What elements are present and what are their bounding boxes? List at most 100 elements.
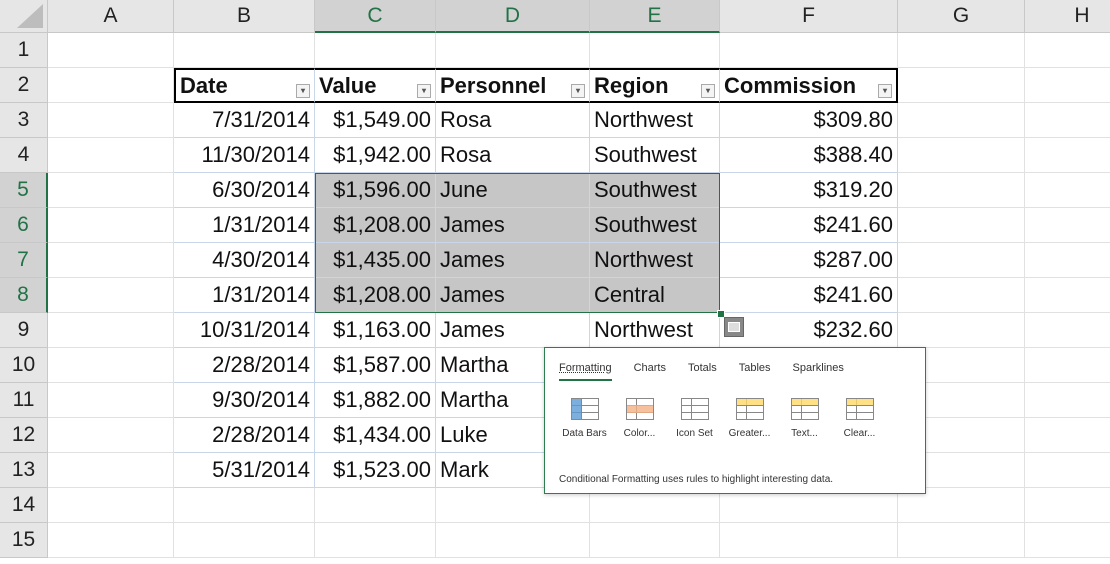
cell[interactable] (898, 103, 1025, 138)
cell[interactable] (1025, 243, 1110, 278)
cell[interactable] (48, 523, 174, 558)
table-cell[interactable]: $1,208.00 (315, 208, 436, 243)
cell[interactable] (898, 138, 1025, 173)
cell[interactable] (1025, 383, 1110, 418)
cell[interactable] (720, 523, 898, 558)
column-header-a[interactable]: A (48, 0, 174, 33)
column-header-h[interactable]: H (1025, 0, 1110, 33)
cell[interactable] (48, 173, 174, 208)
cell[interactable] (1025, 488, 1110, 523)
table-cell[interactable]: Northwest (590, 103, 720, 138)
cell[interactable] (48, 68, 174, 103)
table-cell[interactable]: $241.60 (720, 208, 898, 243)
cell[interactable] (48, 33, 174, 68)
filter-dropdown-icon[interactable]: ▾ (571, 84, 585, 98)
table-cell[interactable]: 2/28/2014 (174, 418, 315, 453)
cell[interactable] (436, 523, 590, 558)
cell[interactable] (48, 138, 174, 173)
table-cell[interactable]: $287.00 (720, 243, 898, 278)
tab-charts[interactable]: Charts (634, 362, 666, 381)
cell[interactable] (1025, 173, 1110, 208)
row-header-10[interactable]: 10 (0, 348, 48, 383)
table-cell[interactable]: June (436, 173, 590, 208)
cell[interactable] (1025, 348, 1110, 383)
table-cell[interactable]: $309.80 (720, 103, 898, 138)
row-header-8[interactable]: 8 (0, 278, 48, 313)
table-cell[interactable]: 4/30/2014 (174, 243, 315, 278)
cell[interactable] (1025, 418, 1110, 453)
table-cell[interactable]: $319.20 (720, 173, 898, 208)
table-header-personnel[interactable]: Personnel ▾ (436, 68, 590, 103)
cell[interactable] (174, 33, 315, 68)
table-cell[interactable]: 5/31/2014 (174, 453, 315, 488)
table-cell[interactable]: 7/31/2014 (174, 103, 315, 138)
row-header-7[interactable]: 7 (0, 243, 48, 278)
table-cell[interactable]: James (436, 278, 590, 313)
quick-analysis-button[interactable] (724, 317, 744, 337)
table-cell[interactable]: 9/30/2014 (174, 383, 315, 418)
cell[interactable] (48, 348, 174, 383)
filter-dropdown-icon[interactable]: ▾ (417, 84, 431, 98)
table-header-value[interactable]: Value ▾ (315, 68, 436, 103)
table-cell[interactable]: Southwest (590, 173, 720, 208)
table-cell[interactable]: Northwest (590, 313, 720, 348)
table-cell[interactable]: 6/30/2014 (174, 173, 315, 208)
cell[interactable] (48, 278, 174, 313)
table-cell[interactable]: $232.60 (720, 313, 898, 348)
column-header-f[interactable]: F (720, 0, 898, 33)
table-cell[interactable]: James (436, 313, 590, 348)
option-clear-format[interactable]: Clear... (832, 398, 887, 439)
cell[interactable] (48, 383, 174, 418)
table-cell[interactable]: Northwest (590, 243, 720, 278)
option-greater-than[interactable]: Greater... (722, 398, 777, 439)
cell[interactable] (174, 523, 315, 558)
cell[interactable] (48, 418, 174, 453)
cell[interactable] (898, 33, 1025, 68)
cell[interactable] (898, 523, 1025, 558)
filter-dropdown-icon[interactable]: ▾ (878, 84, 892, 98)
table-cell[interactable]: $1,942.00 (315, 138, 436, 173)
table-header-region[interactable]: Region ▾ (590, 68, 720, 103)
row-header-6[interactable]: 6 (0, 208, 48, 243)
table-header-commission[interactable]: Commission ▾ (720, 68, 898, 103)
cell[interactable] (48, 488, 174, 523)
table-cell[interactable]: $1,434.00 (315, 418, 436, 453)
cell[interactable] (48, 453, 174, 488)
tab-formatting[interactable]: Formatting (559, 362, 612, 381)
table-cell[interactable]: $1,596.00 (315, 173, 436, 208)
column-header-d[interactable]: D (436, 0, 590, 33)
table-cell[interactable]: $241.60 (720, 278, 898, 313)
select-all-button[interactable] (0, 0, 48, 33)
column-header-e[interactable]: E (590, 0, 720, 33)
table-cell[interactable]: 2/28/2014 (174, 348, 315, 383)
row-header-2[interactable]: 2 (0, 68, 48, 103)
cell[interactable] (898, 278, 1025, 313)
cell[interactable] (1025, 313, 1110, 348)
tab-totals[interactable]: Totals (688, 362, 717, 381)
tab-sparklines[interactable]: Sparklines (793, 362, 844, 381)
cell[interactable] (1025, 138, 1110, 173)
table-cell[interactable]: 1/31/2014 (174, 278, 315, 313)
row-header-14[interactable]: 14 (0, 488, 48, 523)
column-header-c[interactable]: C (315, 0, 436, 33)
row-header-5[interactable]: 5 (0, 173, 48, 208)
table-cell[interactable]: James (436, 243, 590, 278)
table-cell[interactable]: Southwest (590, 138, 720, 173)
filter-dropdown-icon[interactable]: ▾ (701, 84, 715, 98)
cell[interactable] (898, 313, 1025, 348)
table-cell[interactable]: $1,435.00 (315, 243, 436, 278)
option-color-scale[interactable]: Color... (612, 398, 667, 439)
table-cell[interactable]: $1,587.00 (315, 348, 436, 383)
table-cell[interactable]: $1,549.00 (315, 103, 436, 138)
table-cell[interactable]: James (436, 208, 590, 243)
cell[interactable] (898, 243, 1025, 278)
cell[interactable] (436, 33, 590, 68)
option-text-contains[interactable]: Text... (777, 398, 832, 439)
table-cell[interactable]: 10/31/2014 (174, 313, 315, 348)
cell[interactable] (48, 313, 174, 348)
column-header-g[interactable]: G (898, 0, 1025, 33)
row-header-12[interactable]: 12 (0, 418, 48, 453)
row-header-4[interactable]: 4 (0, 138, 48, 173)
table-cell[interactable]: $1,882.00 (315, 383, 436, 418)
table-cell[interactable]: Rosa (436, 103, 590, 138)
